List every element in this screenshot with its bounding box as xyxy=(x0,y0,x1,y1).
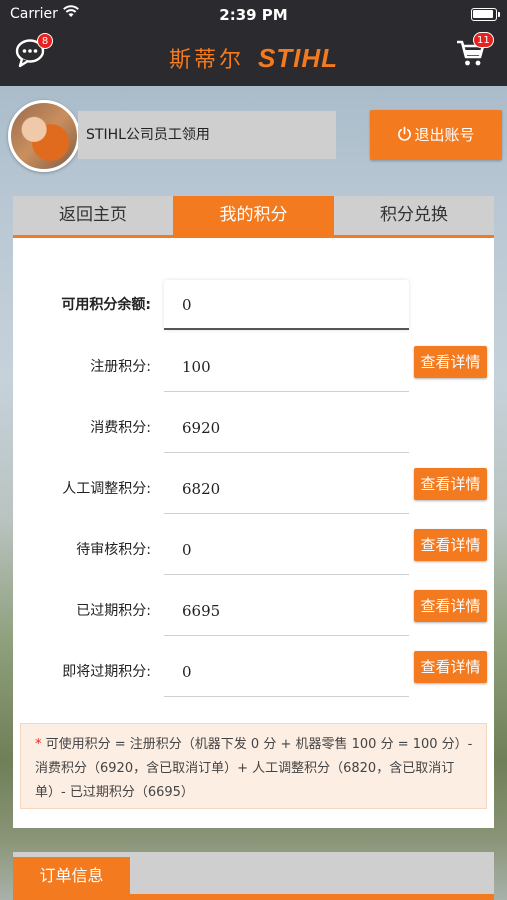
register-points-detail-button[interactable]: 查看详情 xyxy=(414,346,487,378)
available-balance-label: 可用积分余额: xyxy=(61,297,151,313)
row-register-points: 注册积分: 100 查看详情 xyxy=(13,342,494,392)
row-expiring-points: 即将过期积分: 0 查看详情 xyxy=(13,647,494,697)
pending-points-field[interactable]: 0 xyxy=(164,525,409,575)
points-card: 返回主页 我的积分 积分兑换 可用积分余额: 0 注册积分: 100 查看详情 … xyxy=(13,196,494,828)
clock: 2:39 PM xyxy=(219,6,288,24)
expired-points-field[interactable]: 6695 xyxy=(164,586,409,636)
battery-tip xyxy=(498,12,500,17)
available-balance-field[interactable]: 0 xyxy=(164,280,409,330)
logout-button[interactable]: 退出账号 xyxy=(370,110,502,160)
register-points-field[interactable]: 100 xyxy=(164,342,409,392)
manual-adjust-points-field[interactable]: 6820 xyxy=(164,464,409,514)
username-display: STIHL公司员工领用 xyxy=(78,111,336,159)
avatar[interactable] xyxy=(8,100,80,172)
order-tab-underline xyxy=(13,894,494,900)
nav-bar: 8 斯蒂尔 STIHL 11 xyxy=(0,30,507,86)
register-points-label: 注册积分: xyxy=(90,359,151,375)
power-icon xyxy=(397,111,412,161)
logout-label: 退出账号 xyxy=(414,126,475,144)
consume-points-label: 消费积分: xyxy=(90,420,151,436)
tab-home[interactable]: 返回主页 xyxy=(13,196,173,235)
tab-my-points[interactable]: 我的积分 xyxy=(173,196,334,235)
pending-points-detail-button[interactable]: 查看详情 xyxy=(414,529,487,561)
row-manual-adjust-points: 人工调整积分: 6820 查看详情 xyxy=(13,464,494,514)
pending-points-label: 待审核积分: xyxy=(76,542,151,558)
brand-logo: 斯蒂尔 STIHL xyxy=(0,42,507,74)
expiring-points-label: 即将过期积分: xyxy=(62,664,151,680)
battery-icon xyxy=(471,8,497,21)
expired-points-label: 已过期积分: xyxy=(76,603,151,619)
cart-button[interactable]: 11 xyxy=(455,32,494,68)
tab-points-exchange[interactable]: 积分兑换 xyxy=(334,196,494,235)
note-asterisk: * xyxy=(35,737,42,752)
manual-adjust-points-detail-button[interactable]: 查看详情 xyxy=(414,468,487,500)
consume-points-field[interactable]: 6920 xyxy=(164,403,409,453)
order-info-card: 订单信息 xyxy=(13,852,494,900)
row-expired-points: 已过期积分: 6695 查看详情 xyxy=(13,586,494,636)
points-formula-note: * 可使用积分 = 注册积分（机器下发 0 分 + 机器零售 100 分 = 1… xyxy=(20,723,487,809)
row-pending-points: 待审核积分: 0 查看详情 xyxy=(13,525,494,575)
manual-adjust-points-label: 人工调整积分: xyxy=(62,481,151,497)
row-consume-points: 消费积分: 6920 xyxy=(13,403,494,453)
brand-stihl-wordmark: STIHL xyxy=(257,42,339,73)
status-bar: Carrier 2:39 PM xyxy=(0,0,507,30)
brand-chinese-name: 斯蒂尔 xyxy=(168,48,244,73)
tab-order-info[interactable]: 订单信息 xyxy=(13,857,130,894)
expiring-points-detail-button[interactable]: 查看详情 xyxy=(414,651,487,683)
tab-bar: 返回主页 我的积分 积分兑换 xyxy=(13,196,494,238)
expired-points-detail-button[interactable]: 查看详情 xyxy=(414,590,487,622)
note-text: 可使用积分 = 注册积分（机器下发 0 分 + 机器零售 100 分 = 100… xyxy=(35,737,473,800)
cart-count-badge: 11 xyxy=(473,32,494,48)
expiring-points-field[interactable]: 0 xyxy=(164,647,409,697)
row-available-balance: 可用积分余额: 0 xyxy=(13,280,494,330)
